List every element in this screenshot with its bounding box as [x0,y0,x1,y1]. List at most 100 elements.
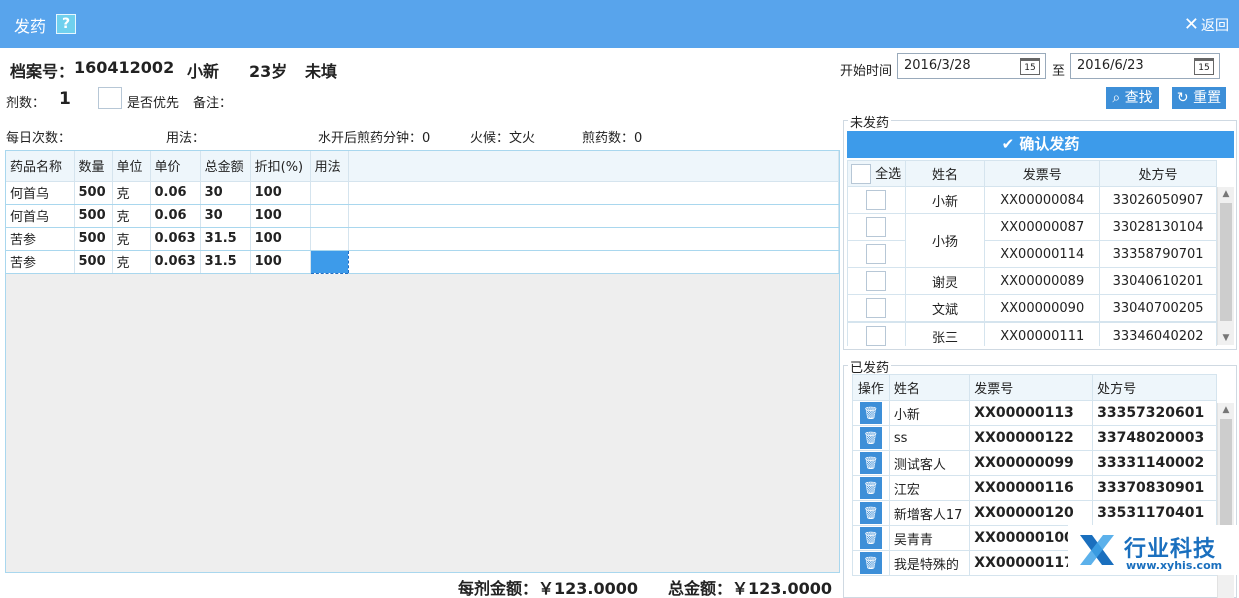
action-cell[interactable]: 🗑 [852,500,890,526]
table-row[interactable]: 何首乌 500 克 0.06 30 100 [6,181,840,205]
select-all-header[interactable]: 全选 [847,160,906,187]
trash-icon[interactable]: 🗑 [859,527,882,549]
table-row[interactable]: XX00000114 33358790701 [847,240,1217,268]
trash-icon[interactable]: 🗑 [859,552,882,574]
cell-prescription: 33040610201 [1099,267,1217,295]
table-row[interactable]: 文斌 XX00000090 33040700205 [847,294,1217,322]
cell-usage-selected[interactable] [309,249,349,274]
table-row[interactable]: 小扬 XX00000087 33028130104 [847,213,1217,268]
col-drug-name[interactable]: 药品名称 [6,151,75,182]
pending-scrollbar[interactable]: ▲ ▼ [1217,187,1234,345]
confirm-dispense-button[interactable]: ✔ 确认发药 [847,131,1234,158]
row-checkbox[interactable] [866,190,887,210]
pending-section-label: 未发药 [848,112,892,131]
cell-drug-name: 何首乌 [6,181,75,205]
table-row[interactable]: 🗑 测试客人 XX00000099 33331140002 [852,450,1217,476]
row-checkbox[interactable] [866,271,887,291]
col-unit[interactable]: 单位 [112,151,151,182]
table-row[interactable]: 苦参 500 克 0.063 31.5 100 [6,227,840,251]
row-checkbox-cell[interactable] [847,213,906,241]
cell-discount: 100 [250,250,311,274]
table-row[interactable]: 张三 XX00000111 33346040202 [847,322,1217,346]
row-checkbox[interactable] [866,326,887,346]
row-checkbox-cell[interactable] [847,267,906,295]
table-row[interactable]: 🗑 新增客人17 XX00000120 33531170401 [852,500,1217,526]
table-row[interactable]: 苦参 500 克 0.063 31.5 100 [6,249,840,274]
cell-usage[interactable] [310,204,349,228]
calendar-icon[interactable]: 15 [1194,58,1214,75]
pending-clip: 张三 XX00000111 33346040202 [847,322,1217,346]
end-date-value: 2016/6/23 [1077,58,1144,73]
check-icon: ✔ [1001,135,1015,153]
usage-label: 用法： [166,131,206,146]
confirm-dispense-label: 确认发药 [1019,135,1080,153]
col-unit-price[interactable]: 单价 [150,151,201,182]
trash-icon[interactable]: 🗑 [859,452,882,474]
cell-unit-price: 0.06 [150,181,201,205]
cell-name: 小新 [888,400,971,426]
select-all-checkbox[interactable] [851,164,871,185]
col-discount[interactable]: 折扣(%) [250,151,311,182]
cell-prescription: 33040700205 [1099,294,1217,322]
help-icon[interactable]: ? [56,14,76,34]
cell-drug-name: 苦参 [6,227,75,251]
row-checkbox-cell[interactable] [847,294,906,322]
scroll-thumb[interactable] [1220,203,1232,321]
cell-prescription: 33331140002 [1092,450,1217,476]
cell-unit-price: 0.06 [150,204,201,228]
end-date-input[interactable]: 2016/6/23 15 [1070,53,1220,79]
scroll-up-icon[interactable]: ▲ [1218,187,1234,201]
priority-checkbox[interactable] [98,87,122,109]
row-checkbox[interactable] [866,217,887,237]
action-cell[interactable]: 🗑 [852,450,890,476]
search-button[interactable]: ⌕ 查找 [1106,87,1159,109]
cell-name: 吴青青 [888,525,971,551]
cell-usage[interactable] [310,181,349,205]
trash-icon[interactable]: 🗑 [859,502,882,524]
cell-discount: 100 [250,181,311,205]
scroll-up-icon[interactable]: ▲ [1218,403,1234,417]
table-row[interactable]: 🗑 江宏 XX00000116 33370830901 [852,475,1217,501]
row-checkbox-cell[interactable] [847,186,906,214]
trash-icon[interactable]: 🗑 [859,477,882,499]
table-row[interactable]: 🗑 小新 XX00000113 33357320601 [852,400,1217,426]
cell-filler [348,250,840,274]
back-button[interactable]: ✕ 返回 [1184,15,1229,35]
scroll-down-icon[interactable]: ▼ [1218,331,1234,345]
cell-invoice: XX00000116 [969,475,1094,501]
reset-button[interactable]: ↻ 重置 [1172,87,1226,109]
action-cell[interactable]: 🗑 [852,525,890,551]
scroll-thumb[interactable] [1220,419,1232,527]
boil-minutes: 水开后煎药分钟：0 [318,131,431,146]
table-row[interactable]: 何首乌 500 克 0.06 30 100 [6,204,840,228]
row-checkbox[interactable] [866,244,887,264]
per-dose-amount: 每剂金额：￥123.0000 [458,579,639,598]
dose-count-value[interactable]: 1 [59,89,71,109]
table-row[interactable]: 🗑 ss XX00000122 33748020003 [852,425,1217,451]
watermark: 行业科技 www.xyhis.com [1068,525,1239,575]
cell-name: 谢灵 [904,267,986,295]
row-checkbox-cell[interactable] [847,240,906,268]
row-checkbox-cell[interactable] [847,322,906,346]
table-row[interactable]: 小新 XX00000084 33026050907 [847,186,1217,214]
action-cell[interactable]: 🗑 [852,475,890,501]
file-number-label: 档案号： [10,62,75,81]
cell-discount: 100 [250,204,311,228]
action-cell[interactable]: 🗑 [852,550,890,576]
col-quantity[interactable]: 数量 [74,151,113,182]
col-prescription: 处方号 [1099,160,1217,187]
col-name: 姓名 [888,374,971,401]
col-usage[interactable]: 用法 [310,151,349,182]
calendar-icon[interactable]: 15 [1020,58,1040,75]
cell-usage[interactable] [310,227,349,251]
row-checkbox[interactable] [866,298,887,318]
action-cell[interactable]: 🗑 [852,425,890,451]
cell-unit: 克 [112,204,151,228]
table-row[interactable]: 谢灵 XX00000089 33040610201 [847,267,1217,295]
col-total[interactable]: 总金额 [200,151,251,182]
action-cell[interactable]: 🗑 [852,400,890,426]
trash-icon[interactable]: 🗑 [859,402,882,424]
trash-icon[interactable]: 🗑 [859,427,882,449]
start-date-input[interactable]: 2016/3/28 15 [897,53,1046,79]
col-invoice: 发票号 [969,374,1094,401]
